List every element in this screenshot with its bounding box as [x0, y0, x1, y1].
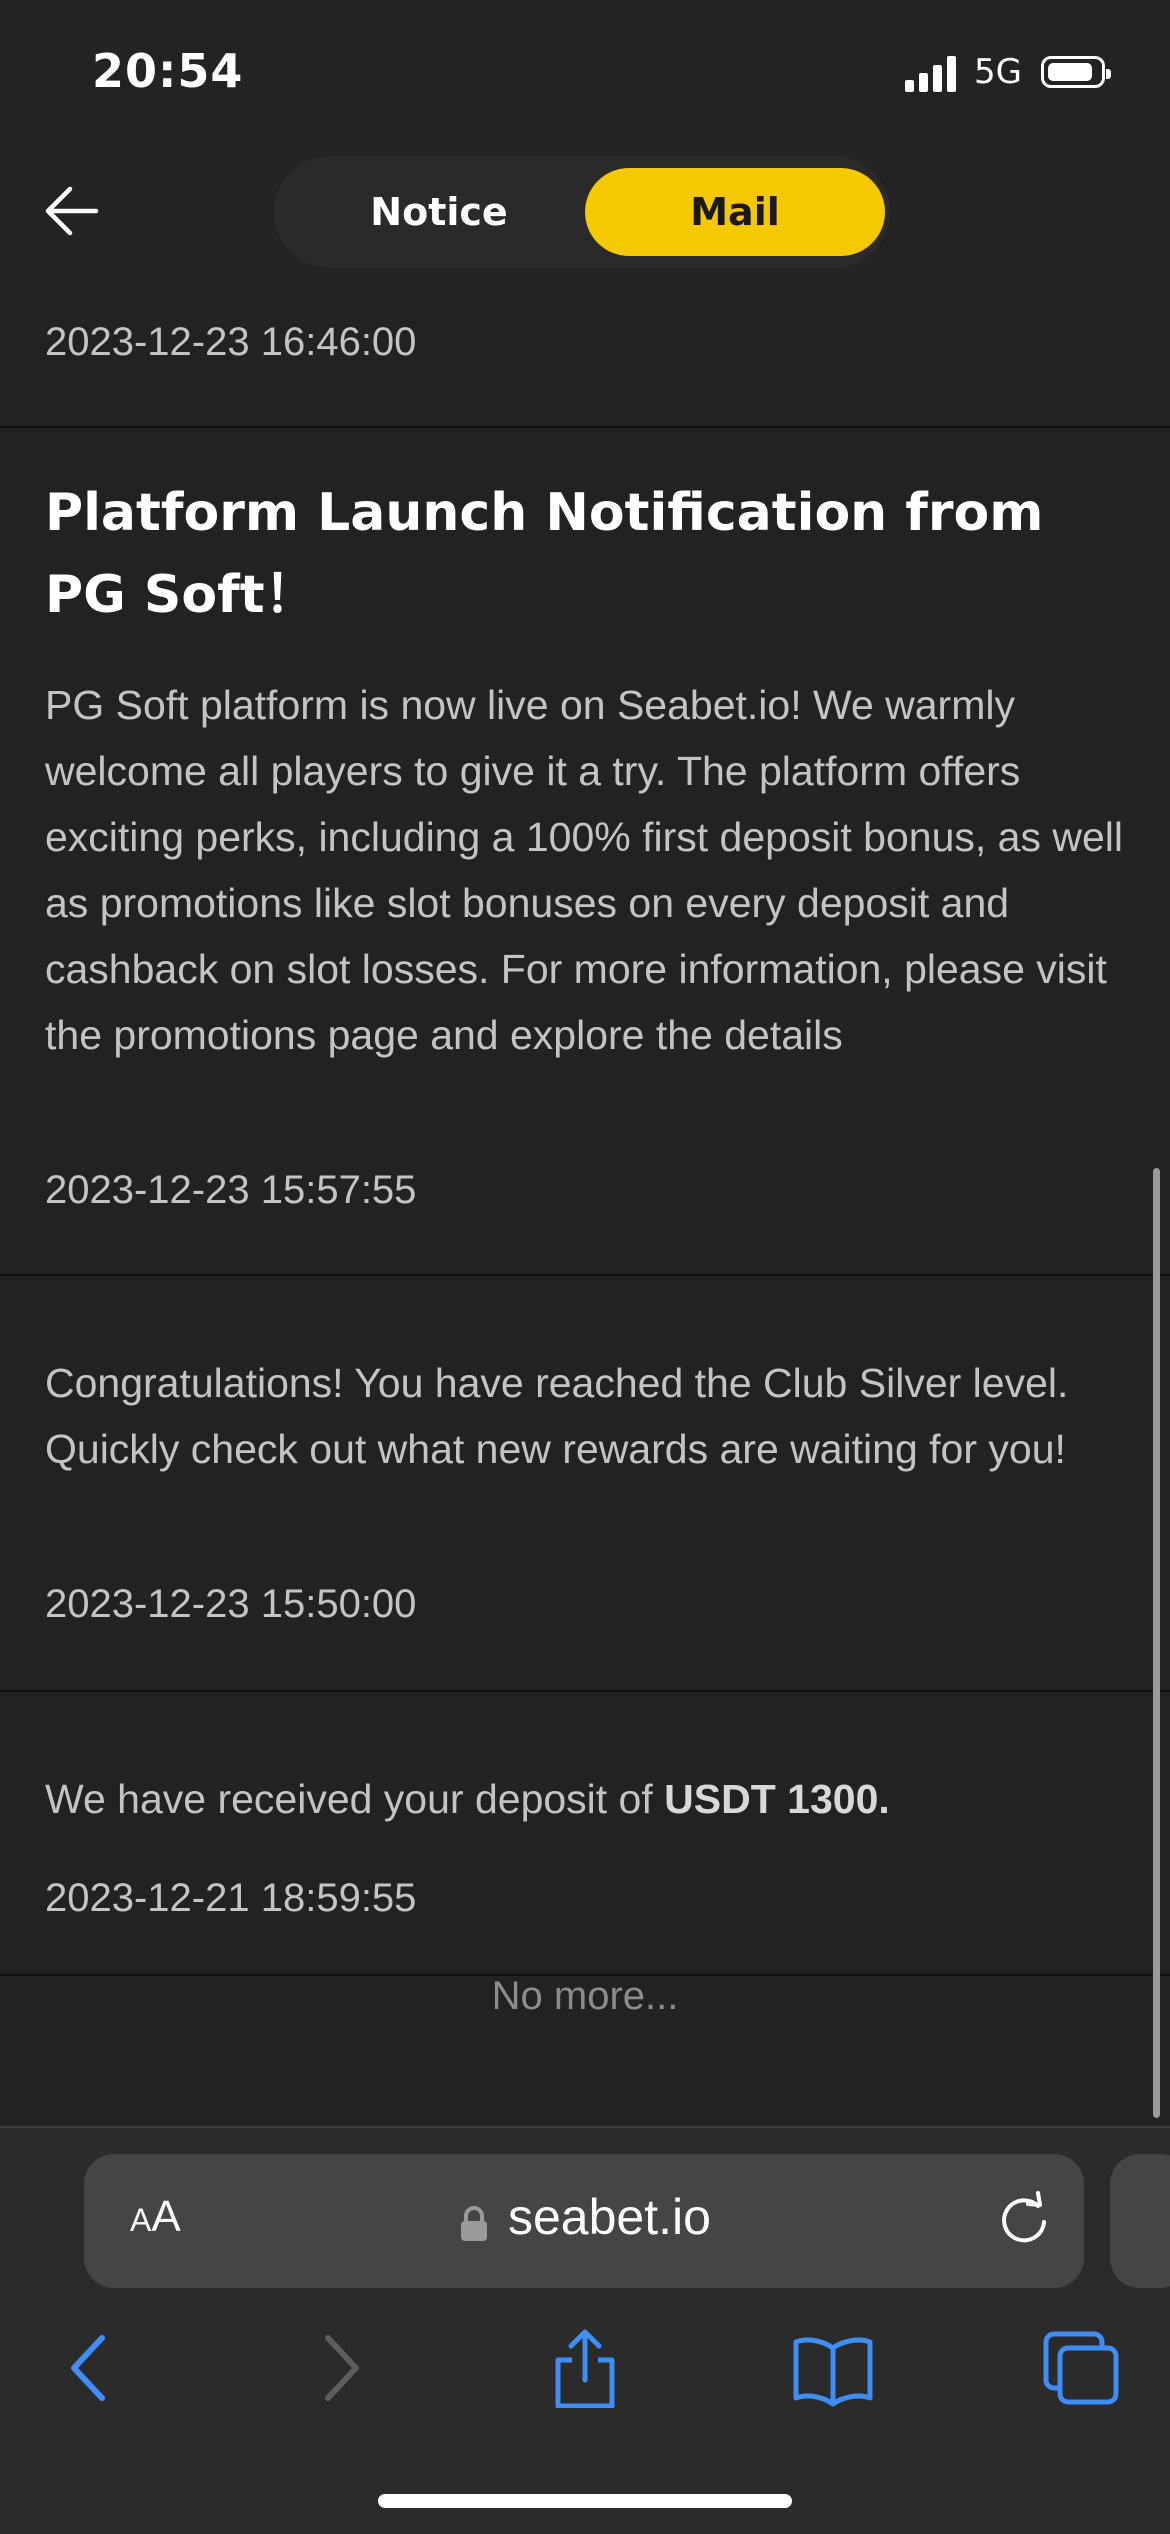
status-time: 20:54 [92, 44, 244, 98]
browser-forward-icon[interactable] [294, 2328, 384, 2408]
tabs-icon[interactable] [1036, 2328, 1126, 2408]
mail-date: 2023-12-23 16:46:00 [45, 320, 417, 364]
signal-icon [905, 56, 957, 92]
mail-item[interactable]: Platform Launch Notification from PG Sof… [0, 428, 1170, 1276]
mail-date: 2023-12-21 18:59:55 [45, 1876, 417, 1920]
home-indicator [378, 2494, 792, 2508]
mail-title: Platform Launch Notification from PG Sof… [45, 483, 1044, 625]
tab-notice[interactable]: Notice [314, 168, 564, 256]
mail-body: PG Soft platform is now live on Seabet.i… [45, 682, 1123, 1058]
text-size-button[interactable]: AA [130, 2192, 181, 2242]
mail-body: Congratulations! You have reached the Cl… [45, 1360, 1069, 1472]
no-more-label: No more... [491, 1974, 679, 2018]
mail-body: We have received your deposit of USDT 13… [45, 1766, 1125, 1832]
mail-item[interactable]: 2023-12-23 16:46:00 [0, 280, 1170, 428]
tab-mail[interactable]: Mail [585, 168, 885, 256]
address-bar[interactable]: AA seabet.io [84, 2154, 1084, 2288]
battery-icon [1041, 56, 1111, 88]
browser-toolbar: AA seabet.io [0, 2126, 1170, 2534]
mail-item[interactable]: Congratulations! You have reached the Cl… [0, 1276, 1170, 1692]
next-tab-preview[interactable] [1110, 2154, 1170, 2288]
mail-item[interactable]: We have received your deposit of USDT 13… [0, 1692, 1170, 1976]
app-header: Notice Mail [0, 140, 1170, 280]
url-text: seabet.io [508, 2189, 711, 2245]
bookmarks-icon[interactable] [788, 2328, 878, 2408]
deposit-amount: USDT 1300. [664, 1776, 890, 1822]
status-bar: 20:54 5G [0, 0, 1170, 140]
mail-body-text: We have received your deposit of [45, 1776, 665, 1822]
share-icon[interactable] [540, 2328, 630, 2408]
network-label: 5G [974, 52, 1022, 92]
mail-list: 2023-12-23 16:46:00 Platform Launch Noti… [0, 280, 1170, 2126]
mail-date: 2023-12-23 15:50:00 [45, 1582, 417, 1626]
mail-date: 2023-12-23 15:57:55 [45, 1168, 417, 1212]
scrollbar[interactable] [1153, 1168, 1160, 2118]
reload-icon[interactable] [994, 2190, 1054, 2250]
lock-icon [461, 2206, 487, 2241]
back-arrow-icon[interactable] [44, 185, 100, 237]
tab-switcher: Notice Mail [274, 156, 890, 268]
browser-back-icon[interactable] [46, 2328, 136, 2408]
